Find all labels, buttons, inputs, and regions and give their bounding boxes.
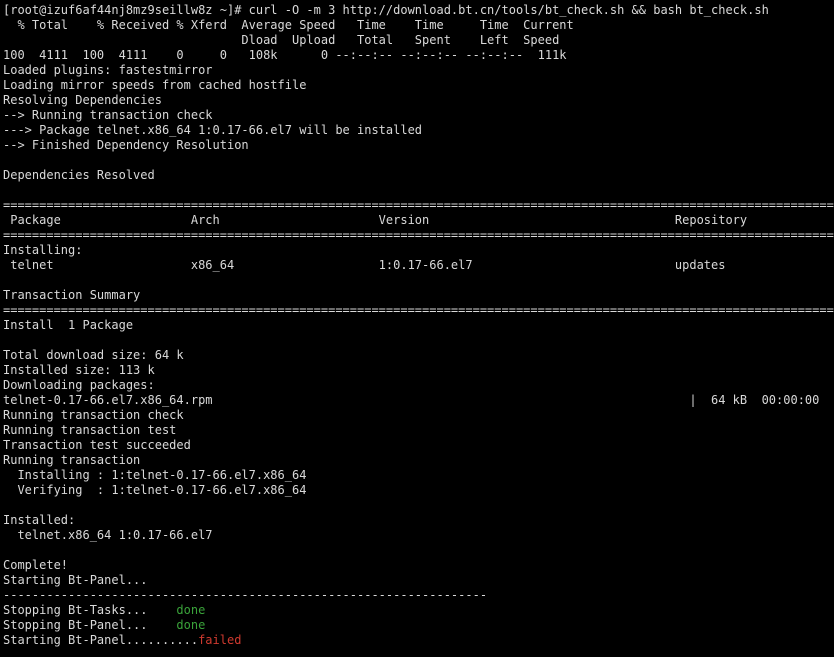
terminal-line: Install 1 Package (3, 318, 134, 332)
terminal-line: % Total % Received % Xferd Average Speed… (3, 18, 574, 32)
terminal-line: telnet.x86_64 1:0.17-66.el7 (3, 528, 213, 542)
terminal-line: ---> Package telnet.x86_64 1:0.17-66.el7… (3, 123, 423, 137)
terminal-line: Running transaction (3, 453, 141, 467)
terminal-line: Complete! (3, 558, 69, 572)
terminal-line: --> Finished Dependency Resolution (3, 138, 249, 152)
terminal-line: Loading mirror speeds from cached hostfi… (3, 78, 307, 92)
terminal-line: Dependencies Resolved (3, 168, 155, 182)
terminal-line: Verifying : 1:telnet-0.17-66.el7.x86_64 … (3, 483, 834, 497)
status-line-label: Stopping Bt-Tasks... (3, 603, 177, 617)
terminal-line: Installed: (3, 513, 76, 527)
terminal-line: Running transaction check (3, 408, 184, 422)
status-line: Stopping Bt-Panel... done (3, 618, 834, 633)
status-line: Starting Bt-Panel..........failed (3, 633, 834, 648)
status-failed: failed (198, 633, 242, 647)
terminal-line: Starting Bt-Panel... (3, 573, 148, 587)
terminal-line: Total download size: 64 k (3, 348, 184, 362)
terminal-line: Loaded plugins: fastestmirror (3, 63, 213, 77)
terminal-line: telnet-0.17-66.el7.x86_64.rpm | 64 kB 00… (3, 393, 820, 407)
status-line-label: Stopping Bt-Panel... (3, 618, 177, 632)
terminal-line: Dload Upload Total Spent Left Speed (3, 33, 560, 47)
terminal-line: Resolving Dependencies (3, 93, 162, 107)
status-line-label: Starting Bt-Panel.......... (3, 633, 199, 647)
terminal-line: Transaction test succeeded (3, 438, 191, 452)
terminal-line: Installed size: 113 k (3, 363, 155, 377)
terminal-line: Installing: (3, 243, 83, 257)
terminal-line: Downloading packages: (3, 378, 155, 392)
terminal-line: telnet x86_64 1:0.17-66.el7 updates 64 k (3, 258, 834, 272)
status-done: done (176, 603, 206, 617)
terminal-line: Package Arch Version Repository Size (3, 213, 834, 227)
terminal-line: Running transaction test (3, 423, 177, 437)
terminal-line: ========================================… (3, 303, 834, 317)
terminal-line: 100 4111 100 4111 0 0 108k 0 --:--:-- --… (3, 48, 567, 62)
terminal-line: Transaction Summary (3, 288, 141, 302)
terminal-window[interactable]: [root@izuf6af44nj8mz9seillw8z ~]# curl -… (0, 0, 834, 657)
terminal-line: Installing : 1:telnet-0.17-66.el7.x86_64… (3, 468, 834, 482)
terminal-output: [root@izuf6af44nj8mz9seillw8z ~]# curl -… (3, 3, 834, 648)
terminal-line: --> Running transaction check (3, 108, 213, 122)
terminal-line: ========================================… (3, 228, 834, 242)
terminal-line: ----------------------------------------… (3, 588, 488, 602)
status-done: done (176, 618, 206, 632)
terminal-line: ========================================… (3, 198, 834, 212)
terminal-line: [root@izuf6af44nj8mz9seillw8z ~]# curl -… (3, 3, 769, 17)
status-line: Stopping Bt-Tasks... done (3, 603, 834, 618)
